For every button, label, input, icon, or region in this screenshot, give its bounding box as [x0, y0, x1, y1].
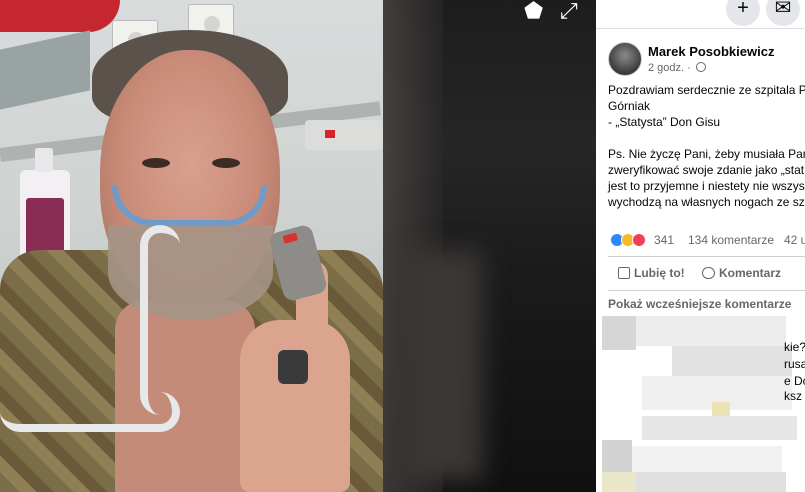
pixelated-avatar: [602, 316, 636, 350]
post-text: Pozdrawiam serdecznie ze szpitala Pa Gór…: [608, 83, 805, 209]
ring: [278, 350, 308, 384]
comment-fragment: kie?: [784, 340, 805, 354]
expand-icon[interactable]: ⤢: [560, 0, 578, 22]
oxygen-tube: [0, 392, 180, 432]
love-reaction-icon: [632, 233, 646, 247]
photo-backdrop: [383, 0, 596, 492]
pixelated-avatar: [602, 440, 632, 472]
pixelated-comment: [632, 446, 782, 472]
comment-fragment: ksz: [784, 389, 802, 403]
facebook-photo-viewer: ⬟ ⤢ + ✉ Marek Posobkiewicz 2 godz. · Poz…: [0, 0, 805, 492]
avatar[interactable]: [608, 42, 642, 76]
reactions-count[interactable]: 341: [654, 233, 674, 247]
blurred-comments: kie? rusa e Do ksz: [602, 316, 805, 492]
like-label: Lubię to!: [634, 266, 685, 280]
post-side-panel: + ✉ Marek Posobkiewicz 2 godz. · Pozdraw…: [596, 0, 805, 492]
like-button[interactable]: Lubię to!: [618, 266, 685, 280]
comment-button[interactable]: Komentarz: [702, 266, 781, 280]
wall-red-panel: [0, 0, 120, 32]
divider: [608, 256, 805, 257]
shares-count[interactable]: 42 u: [784, 233, 805, 247]
pixelated-comment: [636, 316, 786, 346]
photo-actions: ⬟ ⤢: [520, 0, 590, 26]
hand: [240, 320, 350, 492]
wall-panel: [0, 30, 90, 110]
post-actions: Lubię to! Komentarz: [596, 262, 805, 288]
comment-icon: [702, 267, 715, 279]
pixelated-comment: [636, 472, 786, 492]
comments-count[interactable]: 134 komentarze: [688, 233, 774, 247]
post-photo[interactable]: [0, 0, 383, 492]
comment-fragment: e Do: [784, 374, 805, 388]
post-author: Marek Posobkiewicz 2 godz. ·: [608, 42, 805, 82]
create-button[interactable]: +: [726, 0, 760, 26]
post-time-label[interactable]: 2 godz. ·: [648, 62, 691, 74]
pixelated-comment: [602, 472, 636, 492]
post-time[interactable]: 2 godz. ·: [648, 62, 706, 74]
reactions-bar[interactable]: 341 134 komentarze 42 u: [610, 232, 805, 250]
beard: [108, 225, 273, 320]
oxygen-cannula: [112, 186, 267, 226]
comment-label: Komentarz: [719, 266, 782, 280]
globe-icon: [695, 62, 706, 72]
tag-icon[interactable]: ⬟: [524, 0, 543, 22]
divider: [608, 290, 805, 291]
author-name[interactable]: Marek Posobkiewicz: [648, 44, 774, 59]
pixelated-comment: [642, 416, 797, 440]
pixelated-comment: [672, 346, 792, 376]
medical-device: [305, 120, 383, 150]
oxygen-tube: [140, 225, 180, 415]
show-more-comments-link[interactable]: Pokaż wcześniejsze komentarze: [608, 297, 791, 311]
messenger-button[interactable]: ✉: [766, 0, 800, 26]
comment-fragment: rusa: [784, 357, 805, 371]
thumbs-up-icon: [618, 267, 630, 279]
divider: [596, 28, 805, 29]
